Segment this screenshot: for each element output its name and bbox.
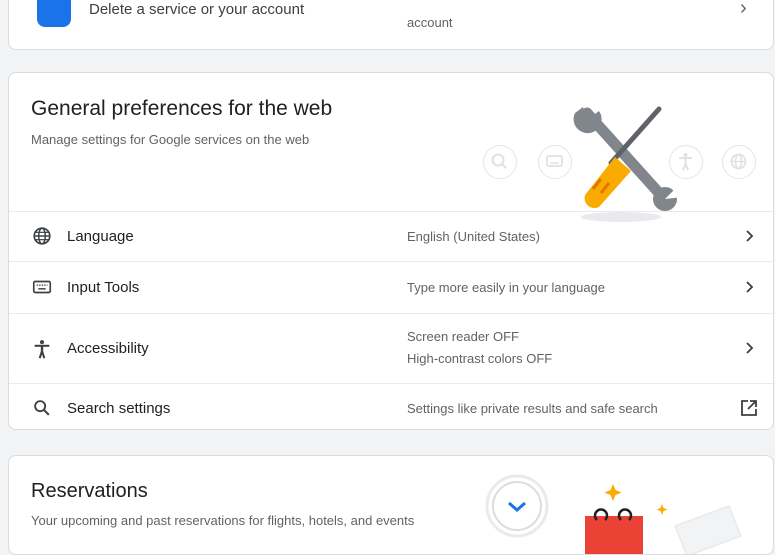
chevron-right-icon[interactable]: › bbox=[740, 0, 747, 20]
input-tools-label: Input Tools bbox=[67, 279, 140, 296]
language-label: Language bbox=[67, 228, 134, 245]
section-subtitle: Manage settings for Google services on t… bbox=[31, 132, 310, 147]
search-settings-row[interactable]: Search settings Settings like private re… bbox=[9, 383, 773, 429]
accessibility-icon bbox=[34, 340, 50, 359]
section-title: Reservations bbox=[31, 480, 148, 502]
delete-account-icon bbox=[37, 0, 71, 27]
section-subtitle: Your upcoming and past reservations for … bbox=[31, 513, 415, 528]
open-in-new-icon[interactable] bbox=[739, 398, 759, 418]
search-icon bbox=[34, 400, 50, 416]
delete-account-title: Delete a service or your account bbox=[89, 1, 305, 18]
globe-icon bbox=[33, 227, 51, 245]
reservations-card: Reservations Your upcoming and past rese… bbox=[8, 455, 774, 555]
reservations-illustration bbox=[485, 474, 742, 554]
accessibility-row[interactable]: Accessibility Screen reader OFF High-con… bbox=[9, 313, 773, 383]
chevron-right-icon[interactable] bbox=[742, 341, 756, 355]
search-settings-value: Settings like private results and safe s… bbox=[407, 401, 658, 416]
chevron-right-icon[interactable] bbox=[742, 280, 756, 294]
high-contrast-status: High-contrast colors OFF bbox=[407, 351, 553, 366]
keyboard-icon bbox=[32, 280, 52, 294]
accessibility-label: Accessibility bbox=[67, 340, 149, 357]
chevron-right-icon[interactable] bbox=[742, 229, 756, 243]
delete-account-card[interactable]: Delete a service or your account account… bbox=[8, 0, 774, 50]
globe-circle-icon bbox=[722, 145, 756, 179]
screen-reader-status: Screen reader OFF bbox=[407, 329, 519, 344]
search-settings-label: Search settings bbox=[67, 400, 171, 417]
delete-account-value: account bbox=[407, 15, 453, 30]
language-value: English (United States) bbox=[407, 229, 540, 244]
general-preferences-card: General preferences for the web Manage s… bbox=[8, 72, 774, 430]
input-tools-value: Type more easily in your language bbox=[407, 280, 606, 295]
language-row[interactable]: Language English (United States) bbox=[9, 211, 773, 261]
section-title: General preferences for the web bbox=[31, 97, 333, 120]
search-circle-icon bbox=[483, 145, 517, 179]
input-tools-row[interactable]: Input Tools Type more easily in your lan… bbox=[9, 261, 773, 313]
